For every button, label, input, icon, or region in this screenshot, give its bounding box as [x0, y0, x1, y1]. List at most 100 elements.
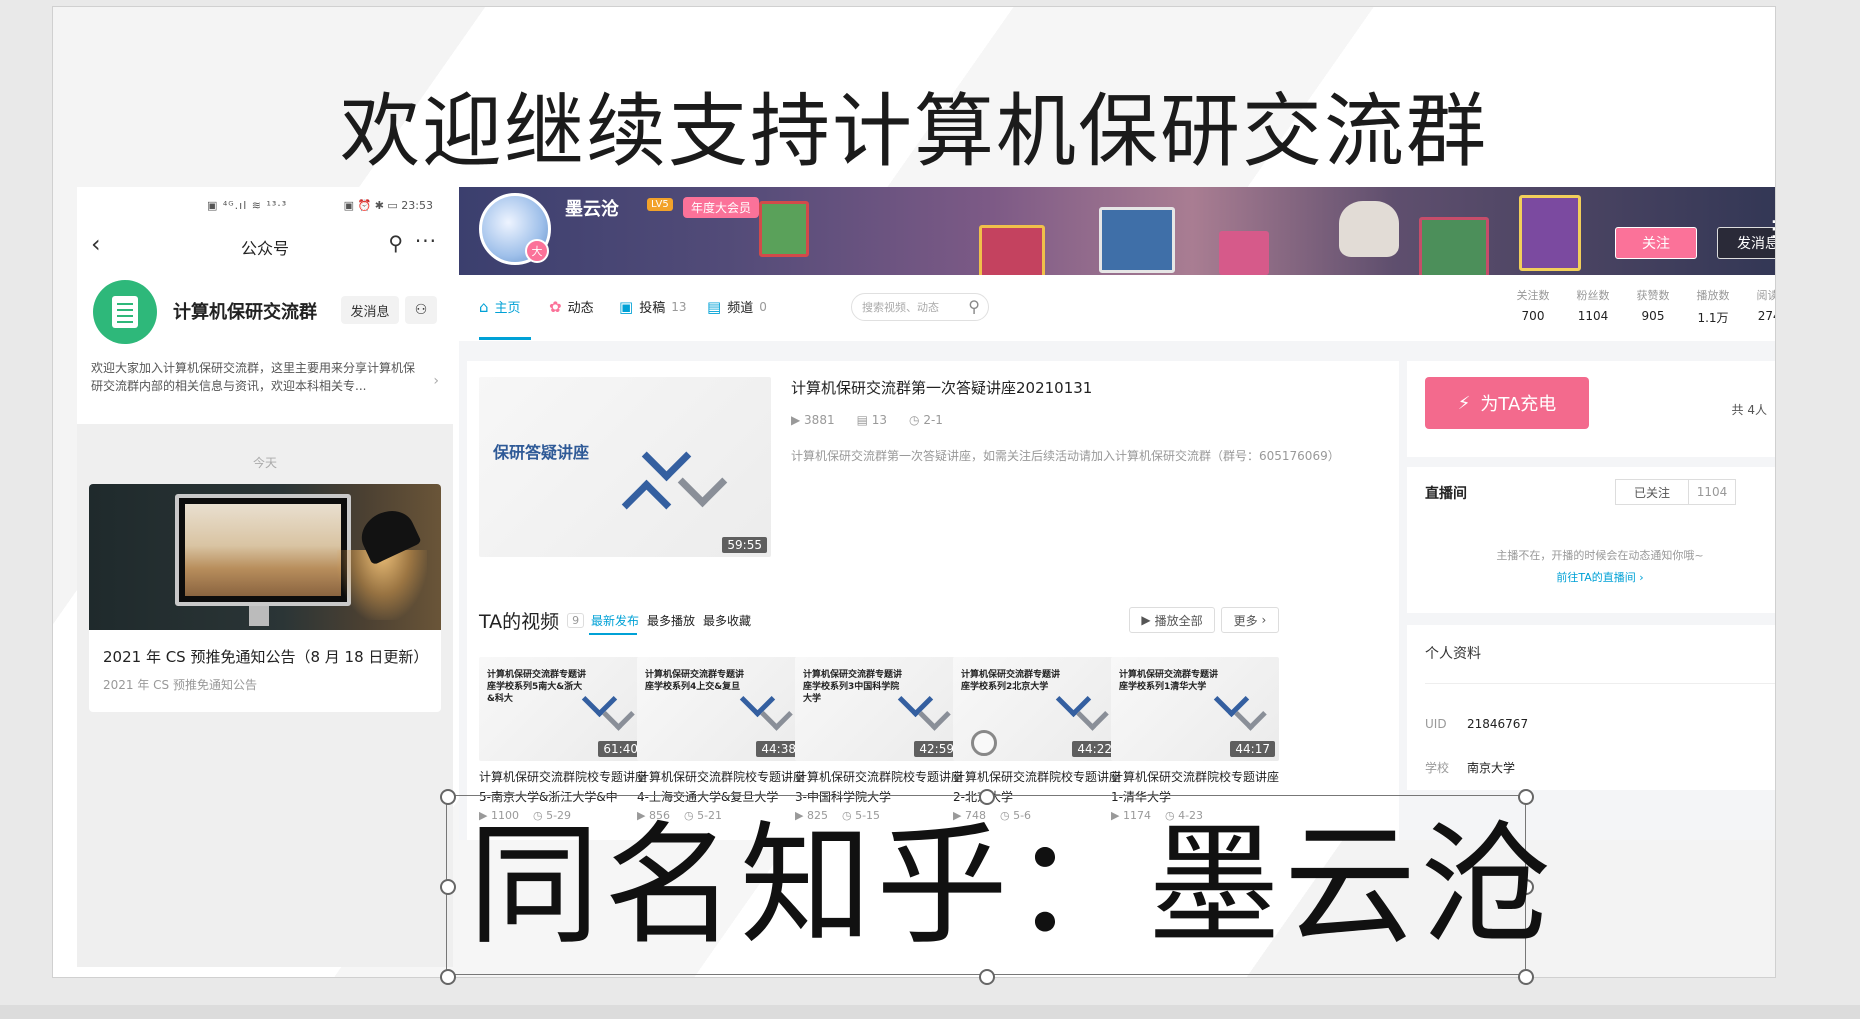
profile-banner: 大 墨云沧 LV5 年度大会员 关注 发消息 ⋮	[459, 187, 1775, 275]
more-videos-button[interactable]: 更多 ›	[1221, 607, 1279, 633]
chevron-decoration	[677, 457, 728, 508]
play-all-button[interactable]: ▶ 播放全部	[1129, 607, 1215, 633]
publish-date: ◷ 2-1	[909, 413, 943, 427]
play-count-value: 3881	[804, 413, 835, 427]
play-icon: ▶	[791, 413, 805, 427]
thumbnail-text: 计算机保研交流群专题讲座学校系列3中国科学院大学	[803, 670, 903, 704]
resize-handle[interactable]	[1518, 789, 1534, 805]
sort-most-played[interactable]: 最多播放	[647, 612, 695, 629]
gift-decoration	[759, 201, 809, 257]
featured-video-title[interactable]: 计算机保研交流群第一次答疑讲座20210131	[791, 377, 1092, 398]
profile-search-input[interactable]: 搜索视频、动态 ⚲	[851, 293, 989, 321]
rotate-handle[interactable]	[971, 730, 997, 756]
bunny-decoration	[1339, 201, 1399, 257]
tab-uploads[interactable]: ▣ 投稿 13	[619, 297, 686, 317]
video-thumbnail[interactable]: 计算机保研交流群专题讲座学校系列5南大&浙大&科大 61:40	[479, 657, 647, 761]
charge-button[interactable]: ⚡ 为TA充电	[1425, 377, 1589, 429]
live-room-title: 直播间	[1425, 486, 1467, 502]
charge-count: 共 4人	[1731, 403, 1767, 417]
send-message-button[interactable]: 发消息	[341, 296, 399, 324]
resize-handle[interactable]	[440, 789, 456, 805]
tab-dynamic[interactable]: ✿ 动态	[549, 297, 594, 317]
search-icon[interactable]: ⚲	[388, 231, 403, 255]
play-count: ▶ 3881	[791, 413, 835, 427]
resize-handle[interactable]	[1518, 969, 1534, 985]
chevron-decoration	[621, 479, 672, 530]
resize-handle[interactable]	[440, 969, 456, 985]
resize-handle[interactable]	[440, 879, 456, 895]
live-room-link[interactable]: 前往TA的直播间 ›	[1407, 569, 1775, 585]
gift-decoration	[1419, 217, 1489, 275]
more-icon[interactable]: ⋮	[1763, 219, 1775, 241]
bilibili-profile: 大 墨云沧 LV5 年度大会员 关注 发消息 ⋮ ⌂ 主页 ✿ 动态 ▣ 投稿 13 ▤…	[459, 187, 1775, 840]
live-note: 主播不在，开播的时候会在动态通知你哦~	[1496, 549, 1704, 562]
resize-handle[interactable]	[979, 969, 995, 985]
play-all-label: 播放全部	[1154, 613, 1203, 628]
followed-count: 1104	[1689, 479, 1736, 505]
publish-date-value: 2-1	[923, 413, 943, 427]
status-bar-right: ▣ ⏰ ✱ ▭ 23:53	[343, 199, 433, 212]
monitor-image	[175, 494, 351, 606]
lightning-icon: ⚡	[1457, 392, 1471, 414]
stat-value: 905	[1641, 309, 1665, 323]
play-icon: ▶	[1141, 613, 1151, 627]
chevron-right-icon[interactable]: ›	[433, 373, 439, 389]
sort-most-favorited[interactable]: 最多收藏	[703, 612, 751, 629]
account-avatar[interactable]	[93, 280, 157, 344]
tab-label: 投稿	[639, 301, 666, 316]
profile-tabbar: ⌂ 主页 ✿ 动态 ▣ 投稿 13 ▤ 频道 0 搜索视频、动态 ⚲ 关注数 700 粉丝数 11…	[459, 275, 1775, 341]
video-thumbnail[interactable]: 计算机保研交流群专题讲座学校系列3中国科学院大学 42:59	[795, 657, 963, 761]
uid-label: UID	[1425, 717, 1447, 731]
tab-channel[interactable]: ▤ 频道 0	[707, 297, 767, 317]
video-thumbnail[interactable]: 计算机保研交流群专题讲座学校系列4上交&复旦 44:38	[637, 657, 805, 761]
stat-likes: 获赞数 905	[1623, 287, 1683, 326]
live-room-panel: 直播间 已关注 1104 主播不在，开播的时候会在动态通知你哦~ 前往TA的直播…	[1407, 467, 1775, 613]
stat-label: 播放数	[1696, 289, 1730, 302]
stat-followers[interactable]: 粉丝数 1104	[1563, 287, 1623, 326]
article-subtitle: 2021 年 CS 预推免通知公告	[103, 678, 257, 692]
featured-video-thumbnail[interactable]: 保研答疑讲座 59:55	[479, 377, 771, 557]
thumbnail-text: 计算机保研交流群专题讲座学校系列4上交&复旦	[645, 670, 745, 692]
tab-count: 0	[759, 299, 767, 314]
stat-value: 2741	[1757, 309, 1775, 323]
article-card[interactable]: 2021 年 CS 预推免通知公告（8 月 18 日更新） 2021 年 CS …	[89, 484, 441, 712]
stat-plays: 播放数 1.1万	[1683, 287, 1743, 326]
resize-handle[interactable]	[979, 789, 995, 805]
stat-value: 700	[1521, 309, 1545, 323]
search-icon[interactable]: ⚲	[968, 297, 980, 316]
stat-value: 1104	[1577, 309, 1609, 323]
clock-icon: ◷	[909, 413, 924, 427]
search-placeholder: 搜索视频、动态	[862, 301, 939, 314]
videos-section-title: TA的视频 9	[479, 607, 585, 634]
main-content: 保研答疑讲座 59:55 计算机保研交流群第一次答疑讲座20210131 ▶ 3…	[467, 361, 1399, 840]
overlay-text[interactable]: 同名知乎：墨云沧	[468, 816, 1556, 956]
bottom-bar	[0, 1005, 1860, 1019]
school-row: 学校 南京大学	[1425, 759, 1515, 776]
profile-stats: 关注数 700 粉丝数 1104 获赞数 905 播放数 1.1万 阅读数 2741	[1503, 287, 1776, 326]
tab-home[interactable]: ⌂ 主页	[479, 297, 521, 317]
uid-row: UID 21846767	[1425, 717, 1528, 731]
video-duration: 59:55	[722, 537, 767, 553]
tab-label: 主页	[494, 301, 521, 316]
sort-latest[interactable]: 最新发布	[591, 612, 639, 629]
divider	[1425, 683, 1775, 684]
section-title: TA的视频	[479, 611, 560, 633]
account-description[interactable]: 欢迎大家加入计算机保研交流群，这里主要用来分享计算机保研交流群内部的相关信息与资…	[91, 359, 421, 395]
monitor-stand	[249, 606, 269, 626]
charge-panel: ⚡ 为TA充电 共 4人	[1407, 361, 1775, 457]
dynamic-icon: ✿	[549, 297, 562, 316]
video-count: 9	[567, 613, 585, 628]
account-header: ▣ ⁴ᴳ.ıl ≋ ¹³·³ ▣ ⏰ ✱ ▭ 23:53 ‹ 公众号 ⚲ ···…	[77, 187, 453, 424]
danmaku-count: ▤ 13	[857, 413, 887, 427]
vip-label: 年度大会员	[683, 197, 760, 218]
channel-icon: ▤	[707, 297, 722, 316]
tab-label: 动态	[567, 301, 594, 316]
video-thumbnail[interactable]: 计算机保研交流群专题讲座学校系列1清华大学 44:17	[1111, 657, 1279, 761]
level-badge: LV5	[647, 198, 673, 211]
follow-button[interactable]: 关注	[1615, 227, 1697, 259]
stat-following[interactable]: 关注数 700	[1503, 287, 1563, 326]
user-icon[interactable]: ⚇	[405, 296, 437, 324]
followed-button[interactable]: 已关注	[1615, 479, 1689, 505]
danmaku-icon: ▤	[856, 413, 872, 427]
more-icon[interactable]: ···	[415, 229, 437, 253]
